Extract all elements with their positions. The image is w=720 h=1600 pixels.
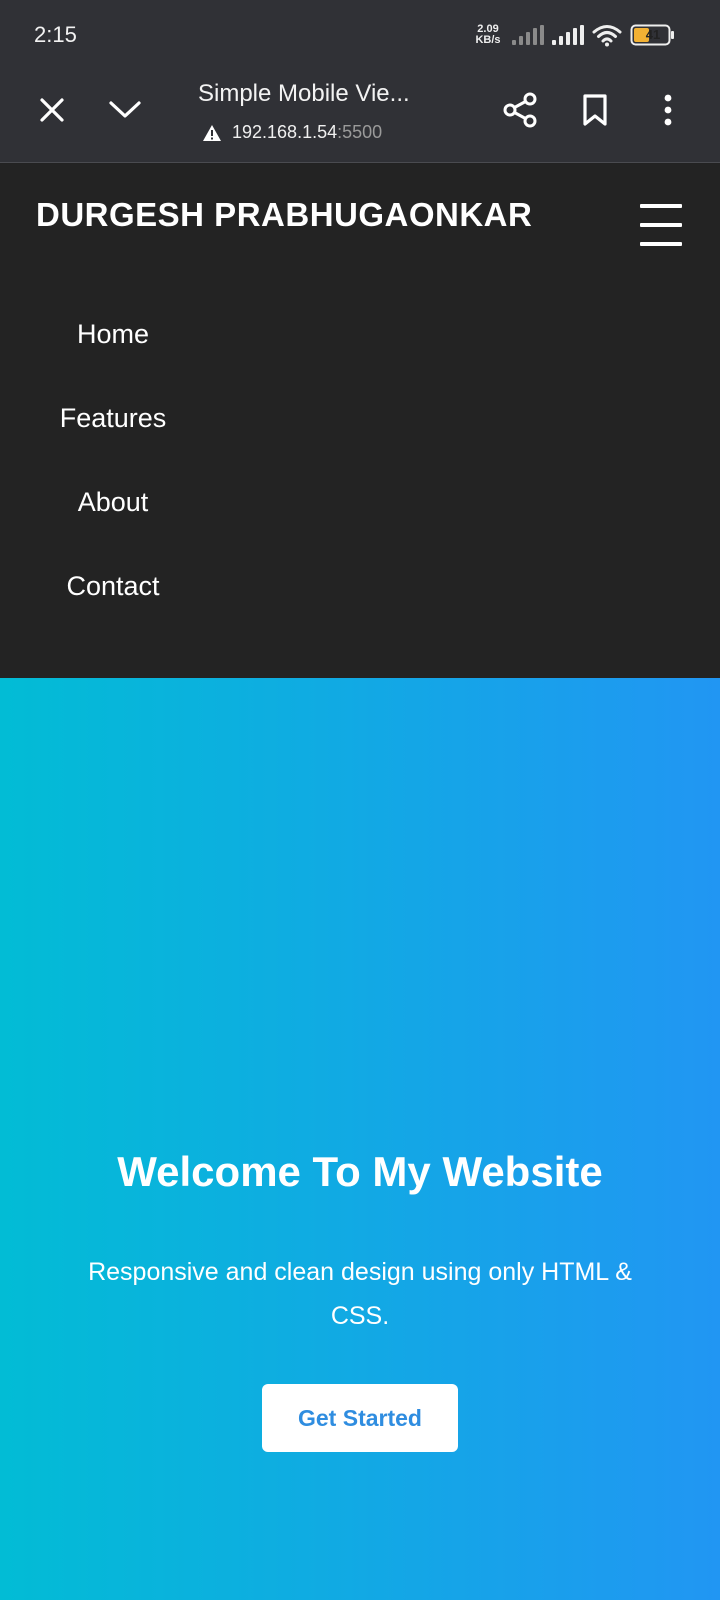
share-icon[interactable] xyxy=(498,88,542,132)
hero-section: Welcome To My Website Responsive and cle… xyxy=(0,678,720,1600)
hamburger-icon[interactable] xyxy=(640,204,682,246)
nav-item-features[interactable]: Features xyxy=(0,388,226,472)
get-started-button[interactable]: Get Started xyxy=(262,1384,458,1452)
warning-icon xyxy=(203,124,221,141)
page-title[interactable]: Simple Mobile Vie... xyxy=(198,80,410,108)
nav-item-home[interactable]: Home xyxy=(0,304,226,388)
site-navbar: DURGESH PRABHUGAONKAR Home Features Abou… xyxy=(0,164,720,678)
signal-icon xyxy=(512,25,544,45)
status-time: 2:15 xyxy=(34,22,77,47)
hero-title: Welcome To My Website xyxy=(117,1148,603,1195)
browser-toolbar: Simple Mobile Vie... 192.168.1.54:5500 xyxy=(0,70,720,163)
hero-subtitle: Responsive and clean design using only H… xyxy=(88,1258,632,1330)
url-bar[interactable]: 192.168.1.54:5500 xyxy=(202,122,382,143)
nav-menu: Home Features About Contact xyxy=(0,304,226,640)
battery-level: 41 xyxy=(645,27,661,42)
network-speed-unit: KB/s xyxy=(475,34,501,46)
url-port: :5500 xyxy=(337,122,383,142)
battery-icon: 41 xyxy=(630,24,676,46)
bookmark-icon[interactable] xyxy=(573,88,617,132)
site-brand[interactable]: DURGESH PRABHUGAONKAR xyxy=(36,196,532,234)
nav-item-about[interactable]: About xyxy=(0,472,226,556)
status-icons: 2.09 KB/s 41 xyxy=(472,20,676,50)
wifi-icon xyxy=(592,23,622,47)
network-speed: 2.09 KB/s xyxy=(472,24,504,46)
url-host: 192.168.1.54 xyxy=(232,122,338,142)
signal-icon xyxy=(552,25,584,45)
close-icon[interactable] xyxy=(30,88,74,132)
status-bar: 2:15 2.09 KB/s 41 xyxy=(0,0,720,70)
nav-item-contact[interactable]: Contact xyxy=(0,556,226,640)
chevron-down-icon[interactable] xyxy=(103,88,147,132)
more-vert-icon[interactable] xyxy=(646,88,690,132)
